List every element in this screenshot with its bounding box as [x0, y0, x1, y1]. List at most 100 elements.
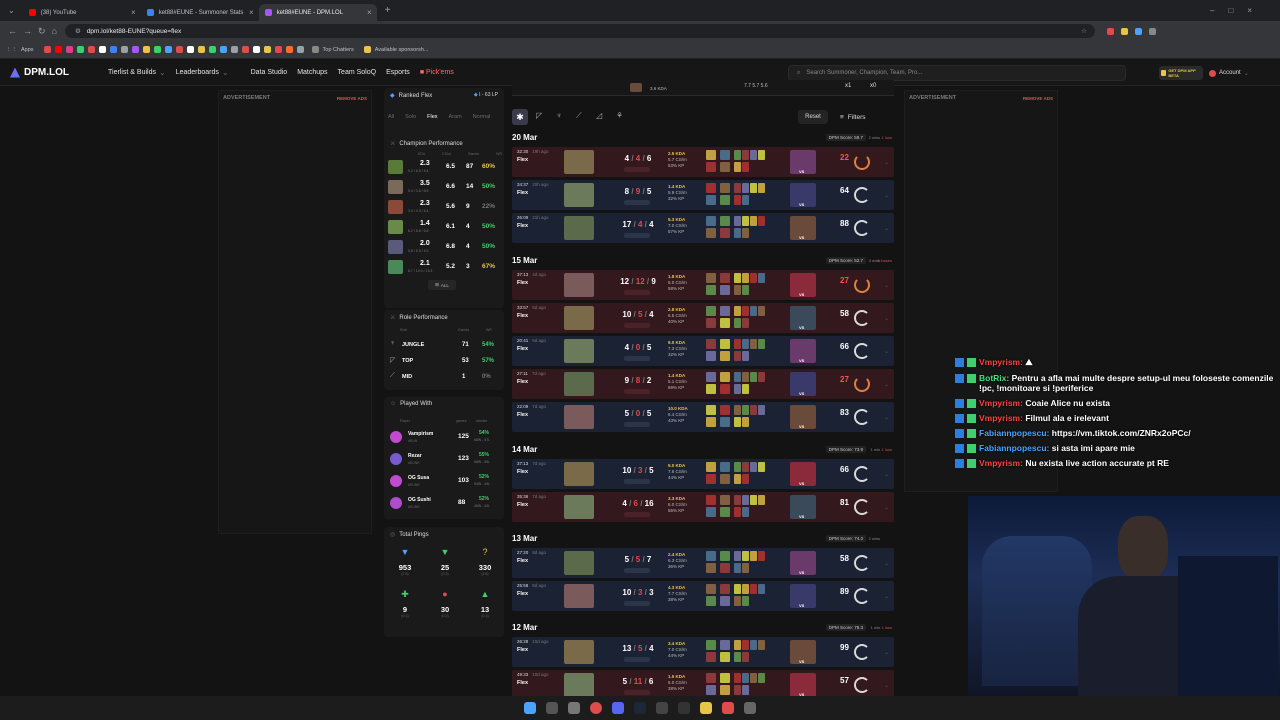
bot-role-icon[interactable]: ◿ — [596, 111, 602, 120]
browser-tab-stats[interactable]: ket88#EUNE - Summoner Stats × — [141, 4, 259, 21]
tab-normal[interactable]: Normal — [473, 114, 491, 120]
bookmark-icon[interactable] — [98, 46, 106, 53]
bookmark-icon[interactable] — [131, 46, 139, 53]
played-with-row[interactable]: Rezar #EUNE 123 55% 68W - 55L — [388, 451, 500, 469]
browser-tab-youtube[interactable]: (38) YouTube × — [23, 4, 141, 21]
mid-role-icon[interactable]: ⟋ — [576, 111, 582, 121]
match-row[interactable]: 22:09 7d ago Flex 5 / 0 / 5 10.0 KDA 6.4 CS/m… — [512, 402, 894, 432]
top-role-icon[interactable]: ◸ — [536, 111, 542, 120]
bookmark-icon[interactable] — [274, 46, 282, 53]
expand-chevron-icon[interactable]: ⌄ — [884, 315, 889, 322]
match-row[interactable]: 35:36 7d ago Flex 4 / 6 / 16 3.3 KDA 6.0 CS/m… — [512, 492, 894, 522]
bookmark-apps[interactable]: Apps — [21, 47, 34, 53]
bookmark-icon[interactable] — [263, 46, 271, 53]
nav-tierlist[interactable]: Tierlist & Builds — [108, 69, 156, 76]
remove-ads-link[interactable]: REMOVE ADS — [1023, 96, 1053, 101]
bookmark-icon[interactable] — [296, 46, 304, 53]
bookmark-icon[interactable] — [109, 46, 117, 53]
bookmark-icon[interactable] — [186, 46, 194, 53]
bookmark-icon[interactable] — [76, 46, 84, 53]
expand-chevron-icon[interactable]: ⌄ — [884, 282, 889, 289]
expand-chevron-icon[interactable]: ⌄ — [884, 414, 889, 421]
home-icon[interactable]: ⌂ — [52, 26, 57, 36]
expand-chevron-icon[interactable]: ⌄ — [884, 682, 889, 689]
window-controls[interactable]: –□× — [1210, 6, 1266, 15]
filters-button[interactable]: ≡ Filters — [836, 110, 886, 124]
chrome-icon[interactable] — [590, 702, 602, 714]
match-row[interactable]: 33:57 6d ago Flex 10 / 5 / 4 2.8 KDA 6.5 CS/m… — [512, 303, 894, 333]
jungle-role-icon[interactable]: ♆ — [556, 111, 562, 120]
extension-icon[interactable] — [1148, 27, 1156, 35]
bookmark-available[interactable]: Available sponsorsh... — [375, 47, 429, 53]
close-icon[interactable]: × — [367, 8, 372, 17]
tab-all[interactable]: All — [388, 114, 394, 120]
expand-chevron-icon[interactable]: ⌄ — [884, 159, 889, 166]
nav-data-studio[interactable]: Data Studio — [251, 69, 288, 76]
bookmark-icon[interactable] — [153, 46, 161, 53]
search-icon[interactable] — [546, 702, 558, 714]
browser-tab-dpm[interactable]: ket88#EUNE - DPM.LOL × — [258, 4, 377, 21]
app-icon[interactable] — [678, 702, 690, 714]
champion-row[interactable]: 2.0 5.8 / 5.5 / 5.3 6.8 4 50% — [388, 238, 500, 256]
remove-ads-link[interactable]: REMOVE ADS — [337, 96, 367, 101]
close-icon[interactable]: × — [131, 8, 136, 17]
bookmark-icon[interactable] — [164, 46, 172, 53]
account-button[interactable]: Account ⌄ — [1209, 66, 1257, 80]
match-row[interactable]: 37:13 7d ago Flex 10 / 3 / 5 5.0 KDA 7.6 CS/m… — [512, 459, 894, 489]
bookmark-icon[interactable] — [241, 46, 249, 53]
windows-start-icon[interactable] — [524, 702, 536, 714]
expand-chevron-icon[interactable]: ⌄ — [884, 192, 889, 199]
champion-row[interactable]: 2.3 9.2 / 6.5 / 5.4 6.5 87 60% — [388, 158, 500, 176]
played-with-row[interactable]: Vampirism #EUN 125 54% 68W - 57L — [388, 429, 500, 447]
dpm-logo[interactable]: DPM.LOL — [10, 67, 98, 78]
tab-solo[interactable]: Solo — [405, 114, 416, 120]
folder-icon[interactable] — [700, 702, 712, 714]
match-row[interactable]: 27:11 7d ago Flex 9 / 8 / 2 1.4 KDA 5.1 CS/m 6… — [512, 369, 894, 399]
bookmark-icon[interactable] — [87, 46, 95, 53]
played-with-row[interactable]: OG Sushi #EUNE 88 52% 46W - 42L — [388, 495, 500, 513]
nav-leaderboards[interactable]: Leaderboards — [176, 69, 219, 76]
url-input[interactable]: ⚙ dpm.lol/ket88-EUNE?queue=flex ☆ — [64, 24, 1095, 38]
app-icon[interactable] — [656, 702, 668, 714]
bookmark-icon[interactable] — [208, 46, 216, 53]
champion-row[interactable]: 2.3 3.4 / 4.3 / 6.4 5.6 9 22% — [388, 198, 500, 216]
champion-row[interactable]: 1.4 6.2 / 8.8 / 5.8 6.1 4 50% — [388, 218, 500, 236]
all-roles-icon[interactable]: ✱ — [512, 109, 528, 125]
expand-chevron-icon[interactable]: ⌄ — [884, 504, 889, 511]
show-all-button[interactable]: ⊞ ALL — [428, 280, 456, 290]
site-info-icon[interactable]: ⚙ — [75, 27, 81, 35]
search-bar[interactable]: ⌕ Search Summoner, Champion, Team, Pro... — [788, 65, 1126, 81]
match-row[interactable]: 26:09 21h ago Flex 17 / 4 / 4 5.3 KDA 7.0 CS/… — [512, 213, 894, 243]
nav-team-soloq[interactable]: Team SoloQ — [338, 69, 377, 76]
expand-chevron-icon[interactable]: ⌄ — [884, 560, 889, 567]
bookmark-icon[interactable] — [43, 46, 51, 53]
bookmark-icon[interactable] — [54, 46, 62, 53]
app-icon[interactable] — [722, 702, 734, 714]
tab-search-icon[interactable]: ⌄ — [8, 6, 15, 15]
nav-esports[interactable]: Esports — [386, 69, 410, 76]
app-icon[interactable] — [744, 702, 756, 714]
match-row[interactable]: 26:28 10d ago Flex 13 / 5 / 4 3.4 KDA 7.0 CS/… — [512, 637, 894, 667]
reset-button[interactable]: Reset — [798, 110, 828, 124]
bookmark-icon[interactable] — [285, 46, 293, 53]
new-tab-icon[interactable]: + — [385, 5, 391, 16]
expand-chevron-icon[interactable]: ⌄ — [884, 649, 889, 656]
bookmark-icon[interactable] — [65, 46, 73, 53]
nav-matchups[interactable]: Matchups — [297, 69, 327, 76]
expand-chevron-icon[interactable]: ⌄ — [884, 225, 889, 232]
tab-aram[interactable]: Aram — [449, 114, 462, 120]
bookmark-icon[interactable] — [120, 46, 128, 53]
expand-chevron-icon[interactable]: ⌄ — [884, 593, 889, 600]
bookmark-icon[interactable] — [197, 46, 205, 53]
close-icon[interactable]: × — [249, 8, 254, 17]
nav-pickems[interactable]: ■ Pick'ems — [420, 69, 454, 76]
match-row[interactable]: 25:58 8d ago Flex 10 / 3 / 3 4.3 KDA 7.7 CS/m… — [512, 581, 894, 611]
played-with-row[interactable]: OG Susa #EUNE 103 52% 54W - 49L — [388, 473, 500, 491]
bookmark-icon[interactable] — [230, 46, 238, 53]
bookmark-star-icon[interactable]: ☆ — [1081, 27, 1087, 35]
match-row[interactable]: 34:37 20h ago Flex 8 / 9 / 5 1.4 KDA 5.9 CS/m… — [512, 180, 894, 210]
champion-row[interactable]: 3.5 5.4 / 3.6 / 8.5 6.6 14 50% — [388, 178, 500, 196]
bookmark-icon[interactable] — [219, 46, 227, 53]
reload-icon[interactable]: ↻ — [38, 26, 46, 37]
support-role-icon[interactable]: ⚘ — [616, 111, 623, 120]
